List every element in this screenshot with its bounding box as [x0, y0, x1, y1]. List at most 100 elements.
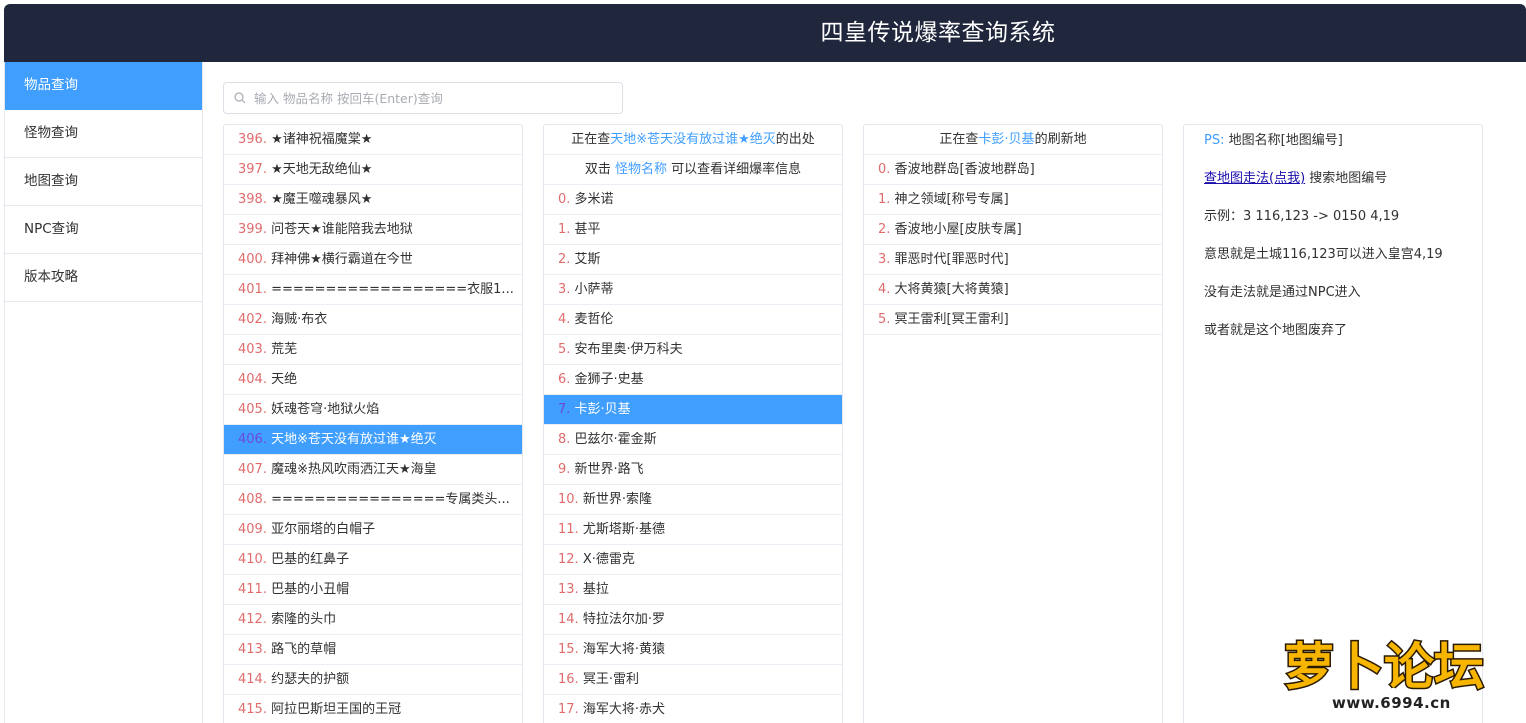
monster-number: 3. [558, 282, 571, 297]
monster-row[interactable]: 17. 海军大将·赤犬 [544, 695, 842, 723]
item-row[interactable]: 409. 亚尔丽塔的白帽子 [224, 515, 522, 545]
item-name: 天地※苍天没有放过谁★绝灭 [271, 432, 437, 447]
item-row[interactable]: 405. 妖魂苍穹·地狱火焰 [224, 395, 522, 425]
example-line: 示例：3 116,123 -> 0150 4,19 [1204, 209, 1400, 224]
monster-row[interactable]: 8. 巴兹尔·霍金斯 [544, 425, 842, 455]
monster-name: 金狮子·史基 [574, 372, 644, 387]
item-name: 天绝 [271, 372, 298, 387]
item-row[interactable]: 413. 路飞的草帽 [224, 635, 522, 665]
map-row[interactable]: 4. 大将黄猿[大将黄猿] [864, 275, 1162, 305]
map-row[interactable]: 2. 香波地小屋[皮肤专属] [864, 215, 1162, 245]
item-number: 400. [238, 252, 267, 267]
map-row[interactable]: 5. 冥王雷利[冥王雷利] [864, 305, 1162, 335]
item-row[interactable]: 401. ==================衣服1... [224, 275, 522, 305]
item-row[interactable]: 408. ================专属类头... [224, 485, 522, 515]
monster-row[interactable]: 10. 新世界·索隆 [544, 485, 842, 515]
ps-text: 地图名称[地图编号] [1228, 133, 1343, 148]
monster-header-item: 天地※苍天没有放过谁★绝灭 [610, 132, 776, 147]
item-number: 412. [238, 612, 267, 627]
item-name: 约瑟夫的护额 [271, 672, 350, 687]
monster-row[interactable]: 16. 冥王·雷利 [544, 665, 842, 695]
sidebar-item-2[interactable]: 地图查询 [5, 158, 202, 206]
item-row[interactable]: 406. 天地※苍天没有放过谁★绝灭 [224, 425, 522, 455]
map-name: 冥王雷利[冥王雷利] [894, 312, 1009, 327]
watermark-logo: 萝卜论坛 www.6994.cn [1278, 622, 1518, 713]
monster-name: 麦哲伦 [574, 312, 614, 327]
monster-row[interactable]: 7. 卡彭·贝基 [544, 395, 842, 425]
monster-name: 艾斯 [574, 252, 601, 267]
item-row[interactable]: 396. ★诸神祝福魔棠★ [224, 125, 522, 155]
monster-row[interactable]: 14. 特拉法尔加·罗 [544, 605, 842, 635]
map-row[interactable]: 1. 神之领域[称号专属] [864, 185, 1162, 215]
map-panel-header: 正在查卡彭·贝基的刷新地 [864, 125, 1162, 155]
item-row[interactable]: 402. 海贼·布衣 [224, 305, 522, 335]
monster-row[interactable]: 1. 甚平 [544, 215, 842, 245]
watermark-brand: 萝卜论坛 [1284, 638, 1484, 696]
monster-number: 6. [558, 372, 571, 387]
item-number: 399. [238, 222, 267, 237]
search-input[interactable] [254, 83, 614, 113]
item-number: 414. [238, 672, 267, 687]
monster-name: 尤斯塔斯·基德 [582, 522, 665, 537]
monster-row[interactable]: 5. 安布里奥·伊万科夫 [544, 335, 842, 365]
item-row[interactable]: 412. 索隆的头巾 [224, 605, 522, 635]
sidebar-item-0[interactable]: 物品查询 [5, 62, 202, 110]
route-link-suffix: 搜索地图编号 [1309, 171, 1388, 186]
item-number: 404. [238, 372, 267, 387]
map-number: 4. [878, 282, 891, 297]
monster-number: 4. [558, 312, 571, 327]
item-row[interactable]: 404. 天绝 [224, 365, 522, 395]
sidebar-item-4[interactable]: 版本攻略 [5, 254, 202, 302]
item-name: ★魔王噬魂暴风★ [271, 192, 373, 207]
monster-panel-hint: 双击 怪物名称 可以查看详细爆率信息 [544, 155, 842, 185]
monster-number: 5. [558, 342, 571, 357]
monster-row[interactable]: 13. 基拉 [544, 575, 842, 605]
item-name: 巴基的红鼻子 [271, 552, 350, 567]
item-row[interactable]: 415. 阿拉巴斯坦王国的王冠 [224, 695, 522, 723]
monster-name: X·德雷克 [582, 552, 635, 567]
item-row[interactable]: 400. 拜神佛★横行霸道在今世 [224, 245, 522, 275]
sidebar-item-3[interactable]: NPC查询 [5, 206, 202, 254]
monster-name: 海军大将·赤犬 [582, 702, 665, 717]
hint-suffix: 可以查看详细爆率信息 [667, 162, 802, 177]
item-row[interactable]: 407. 魔魂※热风吹雨洒江天★海皇 [224, 455, 522, 485]
monster-name: 特拉法尔加·罗 [582, 612, 665, 627]
monster-number: 0. [558, 192, 571, 207]
monster-name: 甚平 [574, 222, 601, 237]
monster-number: 14. [558, 612, 579, 627]
item-name: 妖魂苍穹·地狱火焰 [271, 402, 380, 417]
item-row[interactable]: 399. 问苍天★谁能陪我去地狱 [224, 215, 522, 245]
monster-row[interactable]: 0. 多米诺 [544, 185, 842, 215]
map-number: 0. [878, 162, 891, 177]
item-number: 407. [238, 462, 267, 477]
monster-row[interactable]: 11. 尤斯塔斯·基德 [544, 515, 842, 545]
item-row[interactable]: 414. 约瑟夫的护额 [224, 665, 522, 695]
item-number: 415. [238, 702, 267, 717]
monster-row[interactable]: 2. 艾斯 [544, 245, 842, 275]
item-row[interactable]: 398. ★魔王噬魂暴风★ [224, 185, 522, 215]
monster-row[interactable]: 6. 金狮子·史基 [544, 365, 842, 395]
map-header-suffix: 的刷新地 [1034, 132, 1087, 147]
monster-number: 7. [558, 402, 571, 417]
map-row[interactable]: 3. 罪恶时代[罪恶时代] [864, 245, 1162, 275]
search-box[interactable] [223, 82, 623, 114]
item-row[interactable]: 397. ★天地无敌绝仙★ [224, 155, 522, 185]
item-row[interactable]: 411. 巴基的小丑帽 [224, 575, 522, 605]
item-number: 397. [238, 162, 267, 177]
item-row[interactable]: 410. 巴基的红鼻子 [224, 545, 522, 575]
item-number: 401. [238, 282, 267, 297]
item-name: 海贼·布衣 [271, 312, 328, 327]
abandoned-line: 或者就是这个地图废弃了 [1204, 323, 1348, 338]
monster-row[interactable]: 12. X·德雷克 [544, 545, 842, 575]
monster-row[interactable]: 3. 小萨蒂 [544, 275, 842, 305]
monster-row[interactable]: 9. 新世界·路飞 [544, 455, 842, 485]
monster-row[interactable]: 15. 海军大将·黄猿 [544, 635, 842, 665]
monster-row[interactable]: 4. 麦哲伦 [544, 305, 842, 335]
monster-name: 新世界·索隆 [582, 492, 652, 507]
item-row[interactable]: 403. 荒芜 [224, 335, 522, 365]
sidebar-item-1[interactable]: 怪物查询 [5, 110, 202, 158]
map-row[interactable]: 0. 香波地群岛[香波地群岛] [864, 155, 1162, 185]
map-route-link[interactable]: 查地图走法(点我) [1204, 171, 1305, 186]
map-name: 香波地小屋[皮肤专属] [894, 222, 1022, 237]
item-name: 巴基的小丑帽 [271, 582, 350, 597]
